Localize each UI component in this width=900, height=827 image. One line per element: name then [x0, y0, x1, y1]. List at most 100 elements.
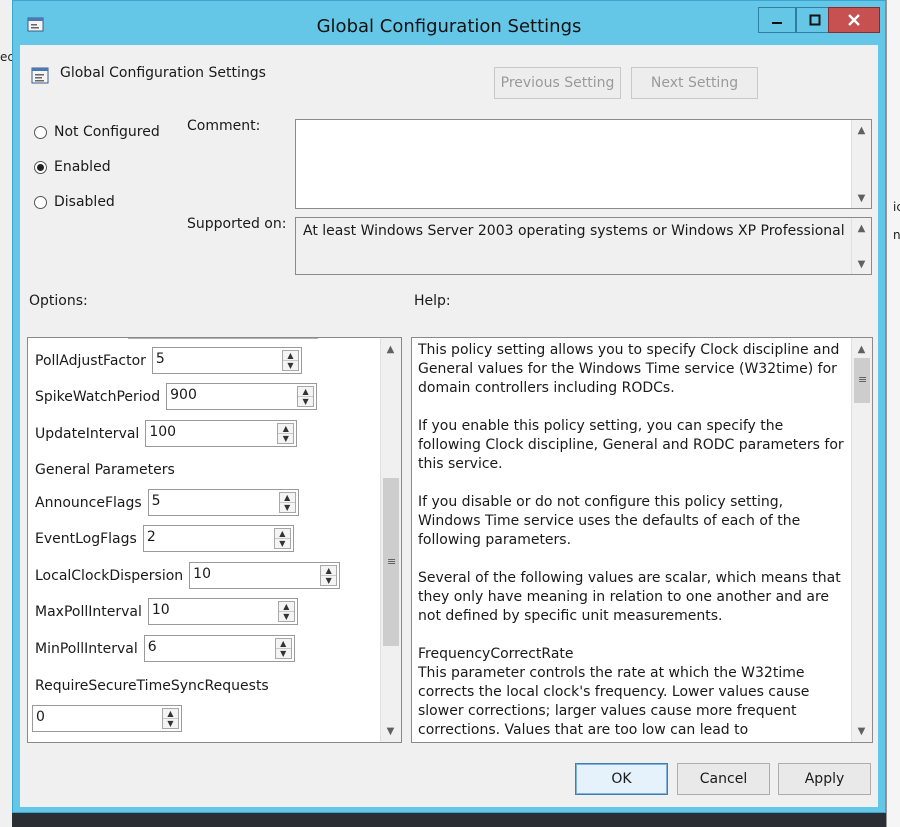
option-label: PollAdjustFactor [35, 352, 146, 369]
gripper-icon: ≡ [387, 555, 397, 568]
spin-up-icon[interactable]: ▲ [163, 709, 178, 718]
option-label: AnnounceFlags [35, 494, 142, 511]
option-announce-flags: AnnounceFlags 5 ▲ ▼ [35, 489, 299, 516]
options-scrollbar[interactable]: ▲ ≡ ▼ [380, 338, 401, 742]
spinbox-value: 5 [155, 351, 165, 367]
spin-down-icon[interactable]: ▼ [282, 360, 298, 370]
spinbox-arrows[interactable]: ▲ ▼ [320, 565, 338, 586]
spinbox-arrows[interactable]: ▲ ▼ [278, 492, 296, 513]
spin-up-icon[interactable]: ▲ [283, 351, 298, 360]
clipped-row-edge [128, 338, 318, 339]
radio-label: Not Configured [54, 124, 160, 140]
spinbox-value: 10 [151, 602, 170, 618]
spin-down-icon[interactable]: ▼ [279, 502, 295, 512]
scroll-up-icon[interactable]: ▲ [852, 121, 871, 139]
spin-down-icon[interactable]: ▼ [298, 396, 314, 406]
spin-up-icon[interactable]: ▲ [279, 602, 294, 611]
radio-dot [37, 163, 44, 171]
scroll-up-icon[interactable]: ▲ [852, 219, 871, 237]
option-update-interval: UpdateInterval 100 ▲ ▼ [35, 420, 298, 447]
previous-setting-button[interactable]: Previous Setting [494, 67, 621, 99]
radio-not-configured[interactable]: Not Configured [34, 124, 160, 140]
scroll-up-icon[interactable]: ▲ [852, 340, 871, 358]
minimize-button[interactable] [758, 7, 796, 33]
min-poll-interval-spinbox[interactable]: 6 ▲ ▼ [143, 635, 295, 662]
option-label: MaxPollInterval [35, 603, 142, 620]
spin-down-icon[interactable]: ▼ [275, 648, 291, 658]
require-secure-time-sync-label: RequireSecureTimeSyncRequests [35, 678, 269, 694]
option-label: UpdateInterval [35, 425, 140, 442]
spin-up-icon[interactable]: ▲ [276, 639, 291, 648]
background-text-right-1: ic [893, 200, 900, 214]
scroll-down-icon[interactable]: ▼ [852, 189, 871, 207]
local-clock-dispersion-spinbox[interactable]: 10 ▲ ▼ [189, 562, 341, 589]
spin-up-icon[interactable]: ▲ [275, 529, 290, 538]
radio-enabled[interactable]: Enabled [34, 159, 111, 175]
ok-button[interactable]: OK [575, 763, 668, 795]
general-parameters-heading: General Parameters [35, 462, 175, 478]
spin-down-icon[interactable]: ▼ [321, 575, 337, 585]
option-event-log-flags: EventLogFlags 2 ▲ ▼ [35, 525, 294, 552]
comment-label: Comment: [187, 118, 261, 134]
background-window-left [0, 0, 12, 827]
comment-scrollbar[interactable]: ▲ ▼ [851, 120, 871, 208]
spinbox-arrows[interactable]: ▲ ▼ [281, 350, 299, 371]
spinbox-arrows[interactable]: ▲ ▼ [162, 708, 179, 729]
require-secure-time-sync-spinbox[interactable]: 0 ▲ ▼ [32, 705, 182, 732]
window-title: Global Configuration Settings [316, 16, 582, 37]
announce-flags-spinbox[interactable]: 5 ▲ ▼ [147, 489, 299, 516]
spinbox-value: 10 [193, 566, 211, 582]
spinbox-arrows[interactable]: ▲ ▼ [297, 386, 315, 407]
spinbox-arrows[interactable]: ▲ ▼ [274, 638, 292, 659]
spin-down-icon[interactable]: ▼ [278, 611, 294, 621]
help-paragraph: If you enable this policy setting, you c… [418, 418, 844, 472]
max-poll-interval-spinbox[interactable]: 10 ▲ ▼ [147, 598, 298, 625]
spin-up-icon[interactable]: ▲ [321, 566, 336, 575]
spin-up-icon[interactable]: ▲ [278, 424, 293, 433]
spike-watch-period-spinbox[interactable]: 900 ▲ ▼ [166, 383, 318, 410]
background-window-right [886, 0, 900, 827]
help-scrollbar[interactable]: ▲ ≡ ▼ [851, 338, 872, 742]
close-button[interactable] [828, 7, 880, 33]
help-panel: This policy setting allows you to specif… [411, 337, 873, 743]
scroll-up-icon[interactable]: ▲ [381, 340, 400, 358]
spin-down-icon[interactable]: ▼ [274, 538, 290, 548]
supported-on-scrollbar[interactable]: ▲ ▼ [851, 218, 871, 274]
spin-down-icon[interactable]: ▼ [163, 718, 178, 728]
poll-adjust-factor-spinbox[interactable]: 5 ▲ ▼ [151, 347, 302, 374]
options-panel: PollAdjustFactor 5 ▲ ▼ SpikeWatchPeriod 9… [27, 337, 402, 743]
help-scroll-thumb[interactable]: ≡ [854, 358, 870, 403]
spinbox-arrows[interactable]: ▲ ▼ [273, 528, 291, 549]
cancel-button[interactable]: Cancel [677, 763, 770, 795]
scroll-down-icon[interactable]: ▼ [852, 722, 871, 740]
apply-button[interactable]: Apply [778, 763, 871, 795]
option-poll-adjust-factor: PollAdjustFactor 5 ▲ ▼ [35, 347, 302, 374]
option-label: MinPollInterval [35, 640, 138, 657]
help-text: This policy setting allows you to specif… [418, 341, 848, 742]
policy-title: Global Configuration Settings [60, 65, 266, 81]
options-scroll-thumb[interactable]: ≡ [383, 478, 399, 646]
option-label: EventLogFlags [35, 530, 137, 547]
spinbox-arrows[interactable]: ▲ ▼ [277, 423, 295, 444]
gripper-icon: ≡ [858, 373, 868, 386]
help-paragraph: This parameter controls the rate at whic… [418, 665, 827, 742]
update-interval-spinbox[interactable]: 100 ▲ ▼ [145, 420, 298, 447]
radio-disabled[interactable]: Disabled [34, 194, 115, 210]
help-paragraph-heading: FrequencyCorrectRate [418, 646, 574, 662]
radio-circle-selected[interactable] [34, 160, 47, 174]
spin-up-icon[interactable]: ▲ [298, 387, 313, 396]
spin-down-icon[interactable]: ▼ [278, 433, 294, 443]
scroll-down-icon[interactable]: ▼ [852, 255, 871, 273]
title-bar[interactable]: Global Configuration Settings [13, 1, 885, 45]
scroll-down-icon[interactable]: ▼ [381, 722, 400, 740]
supported-on-label: Supported on: [187, 216, 287, 232]
radio-circle[interactable] [34, 195, 47, 209]
comment-textbox[interactable]: ▲ ▼ [295, 119, 872, 209]
help-paragraph: Several of the following values are scal… [418, 570, 841, 624]
radio-circle[interactable] [34, 125, 47, 139]
spinbox-arrows[interactable]: ▲ ▼ [277, 601, 295, 622]
event-log-flags-spinbox[interactable]: 2 ▲ ▼ [142, 525, 294, 552]
next-setting-button[interactable]: Next Setting [631, 67, 758, 99]
option-local-clock-dispersion: LocalClockDispersion 10 ▲ ▼ [35, 562, 341, 589]
spin-up-icon[interactable]: ▲ [280, 493, 295, 502]
